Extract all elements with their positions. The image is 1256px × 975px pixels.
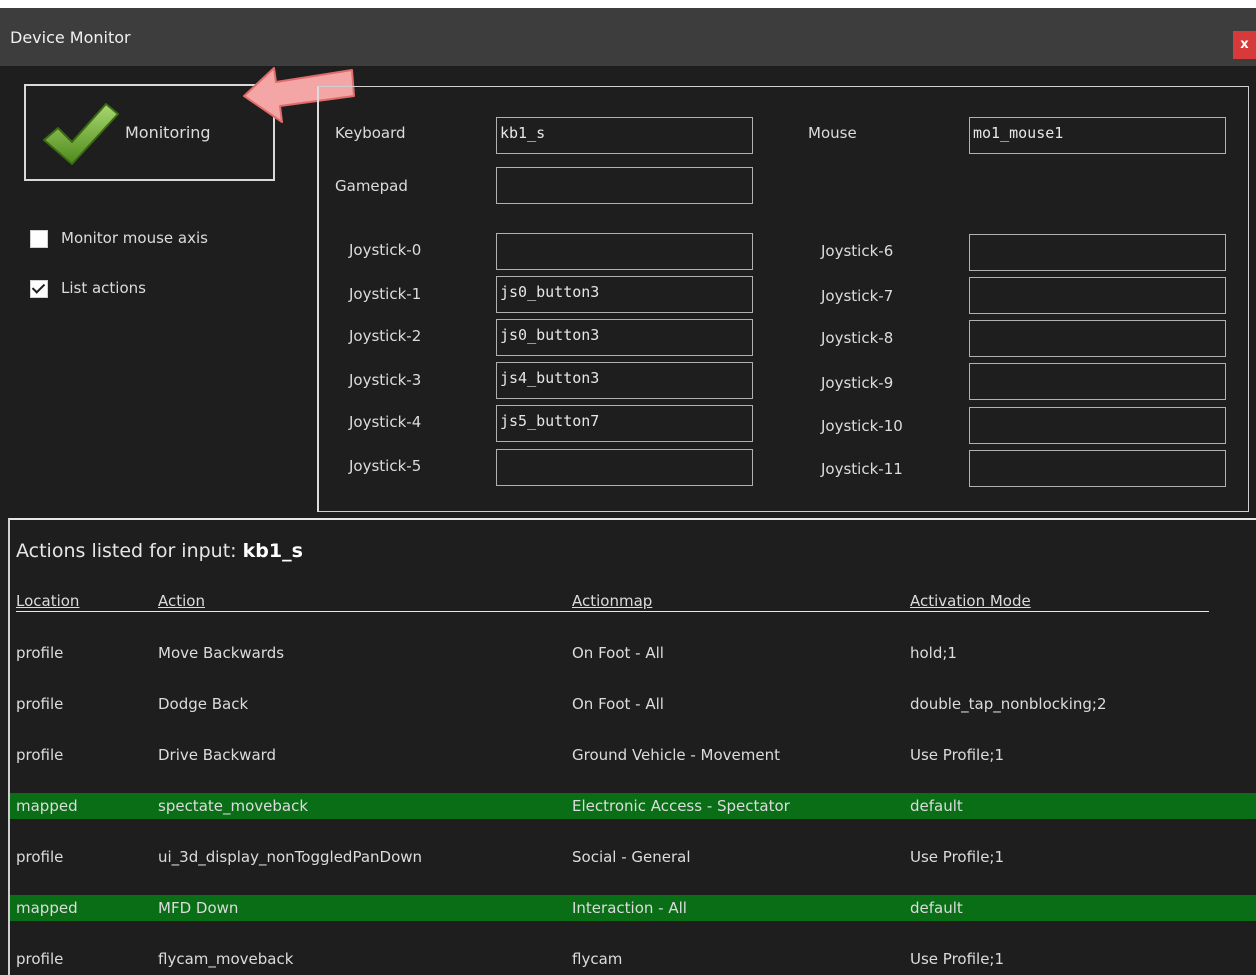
checkmark-icon [43, 103, 119, 165]
joystick-10-field[interactable] [969, 407, 1226, 444]
joystick-8-field[interactable] [969, 320, 1226, 357]
cell-mode: Use Profile;1 [910, 746, 1005, 764]
cell-action: Dodge Back [158, 695, 249, 713]
close-button[interactable]: x [1233, 31, 1256, 59]
joystick-0-field[interactable] [496, 233, 753, 270]
joystick-4-label: Joystick-4 [349, 413, 422, 431]
table-row[interactable]: profile ui_3d_display_nonToggledPanDown … [10, 844, 1256, 870]
joystick-9-label: Joystick-9 [821, 374, 894, 392]
window-title: Device Monitor [10, 28, 131, 47]
cell-location: profile [16, 848, 64, 866]
joystick-0-label: Joystick-0 [349, 241, 422, 259]
cell-actionmap: flycam [572, 950, 623, 968]
cell-action: MFD Down [158, 899, 239, 917]
cell-actionmap: Ground Vehicle - Movement [572, 746, 780, 764]
cell-actionmap: Social - General [572, 848, 691, 866]
keyboard-label: Keyboard [335, 124, 406, 142]
table-row[interactable]: profile Drive Backward Ground Vehicle - … [10, 742, 1256, 768]
cell-location: profile [16, 644, 64, 662]
cell-action: Move Backwards [158, 644, 285, 662]
actions-heading-input: kb1_s [242, 540, 303, 562]
cell-mode: Use Profile;1 [910, 848, 1005, 866]
column-header-activation-mode[interactable]: Activation Mode [910, 592, 1031, 610]
monitoring-label: Monitoring [125, 123, 211, 142]
cell-action: Drive Backward [158, 746, 277, 764]
table-row[interactable]: profile Move Backwards On Foot - All hol… [10, 640, 1256, 666]
joystick-6-field[interactable] [969, 234, 1226, 271]
gamepad-label: Gamepad [335, 177, 408, 195]
cell-location: mapped [16, 797, 78, 815]
joystick-11-field[interactable] [969, 450, 1226, 487]
device-inputs-group: Keyboard kb1_s Mouse mo1_mouse1 Gamepad … [317, 86, 1249, 512]
monitor-mouse-axis-checkbox[interactable] [30, 230, 48, 248]
list-actions-label: List actions [61, 279, 146, 297]
header-divider [16, 611, 1209, 612]
joystick-9-field[interactable] [969, 363, 1226, 400]
mouse-label: Mouse [808, 124, 857, 142]
cell-actionmap: Electronic Access - Spectator [572, 797, 790, 815]
cell-actionmap: On Foot - All [572, 644, 664, 662]
column-header-actionmap[interactable]: Actionmap [572, 592, 652, 610]
joystick-2-label: Joystick-2 [349, 327, 422, 345]
gamepad-field[interactable] [496, 167, 753, 204]
table-row-mapped[interactable]: mapped spectate_moveback Electronic Acce… [10, 793, 1256, 819]
monitor-mouse-axis-label: Monitor mouse axis [61, 229, 208, 247]
joystick-11-label: Joystick-11 [821, 460, 903, 478]
table-row-mapped[interactable]: mapped MFD Down Interaction - All defaul… [10, 895, 1256, 921]
joystick-4-field[interactable]: js5_button7 [496, 405, 753, 442]
cell-location: mapped [16, 899, 78, 917]
column-header-location[interactable]: Location [16, 592, 79, 610]
joystick-7-field[interactable] [969, 277, 1226, 314]
joystick-3-field[interactable]: js4_button3 [496, 362, 753, 399]
joystick-5-label: Joystick-5 [349, 457, 422, 475]
cell-actionmap: Interaction - All [572, 899, 687, 917]
cell-location: profile [16, 746, 64, 764]
monitoring-button[interactable]: Monitoring [24, 84, 275, 181]
joystick-7-label: Joystick-7 [821, 287, 894, 305]
table-row[interactable]: profile flycam_moveback flycam Use Profi… [10, 946, 1256, 972]
actions-heading-prefix: Actions listed for input: [16, 540, 237, 562]
joystick-1-label: Joystick-1 [349, 285, 422, 303]
cell-location: profile [16, 695, 64, 713]
cell-mode: default [910, 797, 963, 815]
keyboard-field[interactable]: kb1_s [496, 117, 753, 154]
cell-mode: default [910, 899, 963, 917]
joystick-3-label: Joystick-3 [349, 371, 422, 389]
joystick-6-label: Joystick-6 [821, 242, 894, 260]
cell-action: flycam_moveback [158, 950, 294, 968]
title-bar: Device Monitor x [0, 8, 1256, 66]
actions-panel: Actions listed for input: kb1_s Location… [8, 518, 1256, 975]
joystick-5-field[interactable] [496, 449, 753, 486]
joystick-10-label: Joystick-10 [821, 417, 903, 435]
joystick-2-field[interactable]: js0_button3 [496, 319, 753, 356]
cell-mode: Use Profile;1 [910, 950, 1005, 968]
cell-action: ui_3d_display_nonToggledPanDown [158, 848, 423, 866]
cell-mode: hold;1 [910, 644, 957, 662]
column-header-action[interactable]: Action [158, 592, 205, 610]
mouse-field[interactable]: mo1_mouse1 [969, 117, 1226, 154]
device-monitor-window: Device Monitor x Monitoring Monitor mous… [0, 8, 1256, 975]
cell-location: profile [16, 950, 64, 968]
joystick-1-field[interactable]: js0_button3 [496, 276, 753, 313]
cell-action: spectate_moveback [158, 797, 309, 815]
joystick-8-label: Joystick-8 [821, 329, 894, 347]
cell-actionmap: On Foot - All [572, 695, 664, 713]
list-actions-checkbox[interactable] [30, 280, 48, 298]
actions-heading: Actions listed for input: kb1_s [16, 540, 303, 562]
table-row[interactable]: profile Dodge Back On Foot - All double_… [10, 691, 1256, 717]
cell-mode: double_tap_nonblocking;2 [910, 695, 1107, 713]
